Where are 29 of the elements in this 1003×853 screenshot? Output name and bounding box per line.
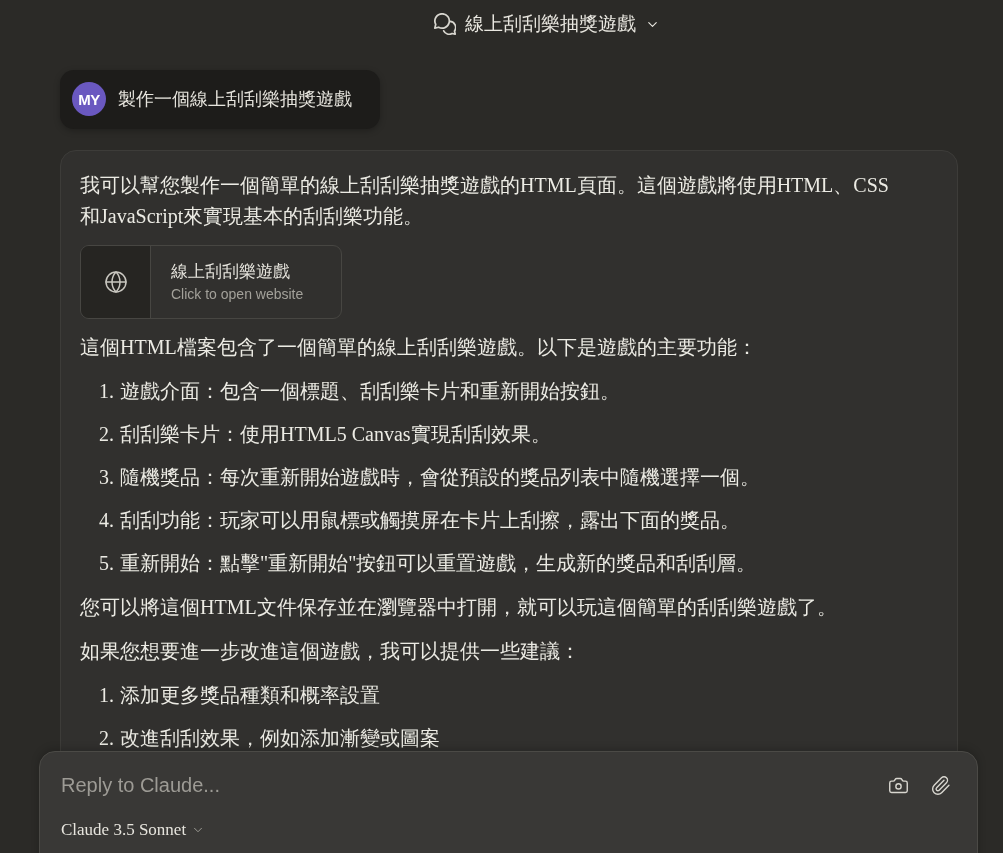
list-number: 2. (99, 422, 114, 447)
list-item-text: 遊戲介面：包含一個標題、刮刮樂卡片和重新開始按鈕。 (120, 379, 620, 404)
user-avatar: MY (72, 82, 106, 116)
list-number: 4. (99, 508, 114, 533)
list-item-text: 重新開始：點擊"重新開始"按鈕可以重置遊戲，生成新的獎品和刮刮層。 (120, 551, 757, 576)
list-item-text: 隨機獎品：每次重新開始遊戲時，會從預設的獎品列表中隨機選擇一個。 (120, 465, 760, 490)
list-item-text: 改進刮刮效果，例如添加漸變或圖案 (120, 726, 440, 751)
message-paragraph: 這個HTML檔案包含了一個簡單的線上刮刮樂遊戲。以下是遊戲的主要功能： (80, 335, 758, 360)
message-paragraph: 如果您想要進一步改進這個遊戲，我可以提供一些建議： (80, 639, 581, 664)
chat-bubbles-icon (433, 13, 456, 35)
user-message-text: 製作一個線上刮刮樂抽獎遊戲 (118, 88, 352, 111)
reply-input[interactable]: Reply to Claude... (61, 770, 871, 800)
artifact-card[interactable]: 線上刮刮樂遊戲 Click to open website (80, 245, 342, 319)
list-number: 2. (99, 726, 114, 751)
paperclip-icon (929, 774, 951, 796)
globe-icon (103, 270, 128, 294)
message-paragraph: 我可以幫您製作一個簡單的線上刮刮樂抽獎遊戲的HTML頁面。這個遊戲將使用HTML、CSS和JavaScript來實現基本的刮刮樂功能。 (80, 173, 890, 230)
list-number: 5. (99, 551, 114, 576)
list-number: 1. (99, 683, 114, 708)
list-number: 3. (99, 465, 114, 490)
list-item-text: 刮刮功能：玩家可以用鼠標或觸摸屏在卡片上刮擦，露出下面的獎品。 (120, 508, 740, 533)
list-item-text: 刮刮樂卡片：使用HTML5 Canvas實現刮刮效果。 (120, 422, 551, 447)
model-selector[interactable]: Claude 3.5 Sonnet (61, 817, 206, 843)
list-item-text: 添加更多獎品種類和概率設置 (120, 683, 380, 708)
artifact-title: 線上刮刮樂遊戲 (171, 260, 291, 283)
list-number: 1. (99, 379, 114, 404)
chat-title-button[interactable]: 線上刮刮樂抽獎遊戲 (433, 11, 660, 37)
artifact-subtitle: Click to open website (171, 284, 304, 304)
message-paragraph: 您可以將這個HTML文件保存並在瀏覽器中打開，就可以玩這個簡單的刮刮樂遊戲了。 (80, 595, 838, 620)
